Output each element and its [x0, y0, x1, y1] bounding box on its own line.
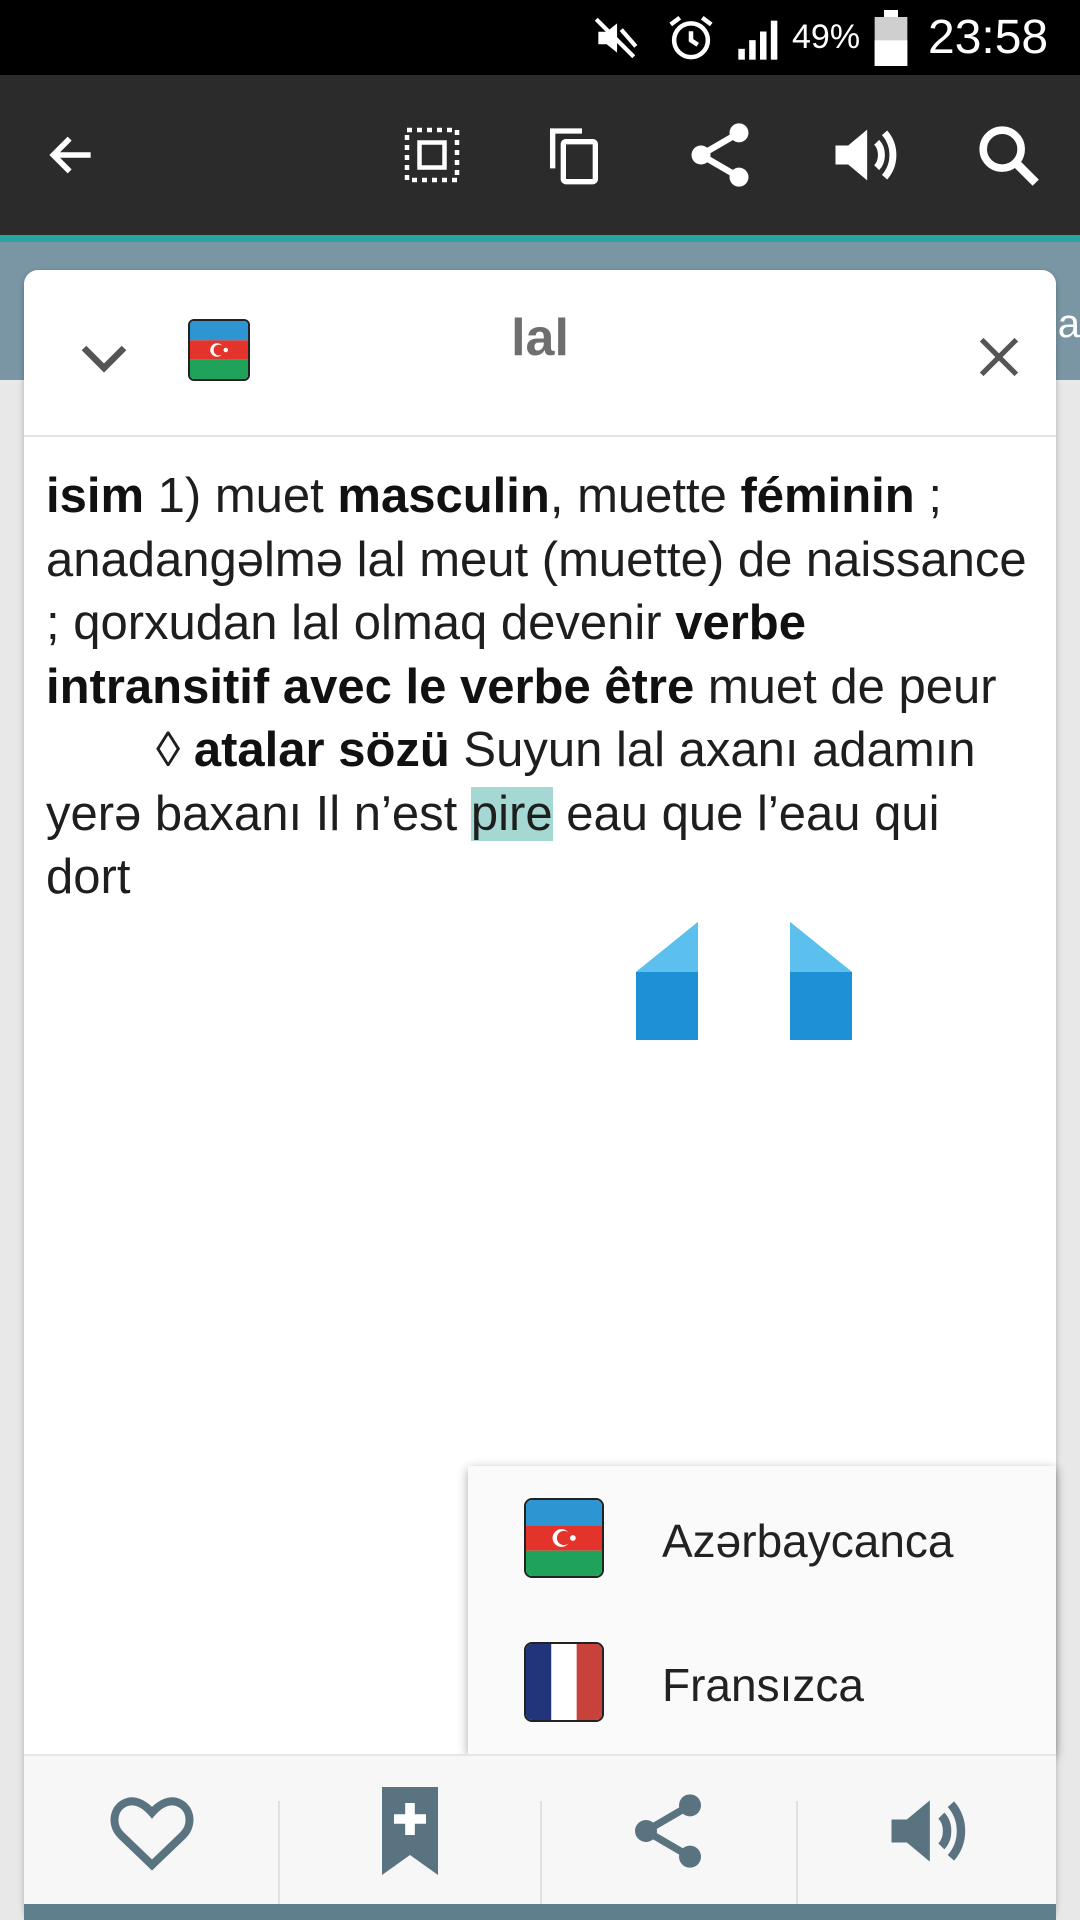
gender-label: féminin — [740, 469, 915, 523]
menu-item-label: Azərbaycanca — [662, 1515, 954, 1567]
accent-strip — [0, 235, 1080, 242]
back-arrow-icon[interactable] — [12, 75, 132, 235]
selection-handle-right[interactable] — [788, 922, 854, 1045]
menu-item-label: Fransızca — [662, 1659, 864, 1711]
battery-percent: 49% — [792, 18, 861, 56]
select-all-icon[interactable] — [372, 75, 492, 235]
speaker-icon[interactable] — [826, 1756, 1026, 1906]
entry-segment: 1) muet — [144, 469, 338, 523]
gender-label: masculin — [337, 469, 550, 523]
alarm-icon — [664, 0, 718, 75]
divider — [796, 1801, 798, 1911]
bookmark-add-icon[interactable] — [310, 1756, 510, 1906]
speaker-icon[interactable] — [804, 75, 924, 235]
bottom-toolbar — [24, 1754, 1056, 1911]
copy-icon[interactable] — [514, 75, 634, 235]
battery-icon — [874, 0, 908, 75]
france-flag-icon — [524, 1642, 604, 1722]
entry-segment: , muette — [549, 469, 741, 523]
entry-segment: muet de peur — [694, 659, 997, 714]
share-icon[interactable] — [568, 1756, 768, 1906]
share-icon[interactable] — [660, 75, 780, 235]
divider — [278, 1801, 280, 1911]
divider — [540, 1801, 542, 1911]
clock: 23:58 — [928, 11, 1049, 64]
selection-handle-left[interactable] — [634, 922, 700, 1045]
pos-label: isim — [46, 469, 145, 523]
language-menu: Azərbaycanca Fransızca — [468, 1466, 1056, 1754]
menu-item-french[interactable]: Fransızca — [468, 1610, 1056, 1754]
bottom-strip — [24, 1904, 1056, 1920]
search-icon[interactable] — [948, 75, 1068, 235]
status-bar: 49% 23:58 — [0, 0, 1080, 75]
favorite-heart-icon[interactable] — [52, 1756, 252, 1906]
azerbaijan-flag-icon — [524, 1498, 604, 1578]
headword-title: lal — [511, 309, 569, 367]
card-header: lal — [24, 270, 1056, 437]
entry-text[interactable]: isim 1) muet masculin, muette féminin ; … — [46, 465, 1036, 910]
close-icon[interactable] — [964, 322, 1034, 392]
selected-word[interactable]: pire — [470, 786, 553, 841]
menu-item-azerbaijani[interactable]: Azərbaycanca — [468, 1466, 1056, 1610]
signal-icon — [734, 0, 786, 75]
proverb-marker: ◊ — [156, 723, 194, 777]
mute-icon — [590, 0, 640, 75]
proverb-label: atalar sözü — [193, 723, 450, 777]
